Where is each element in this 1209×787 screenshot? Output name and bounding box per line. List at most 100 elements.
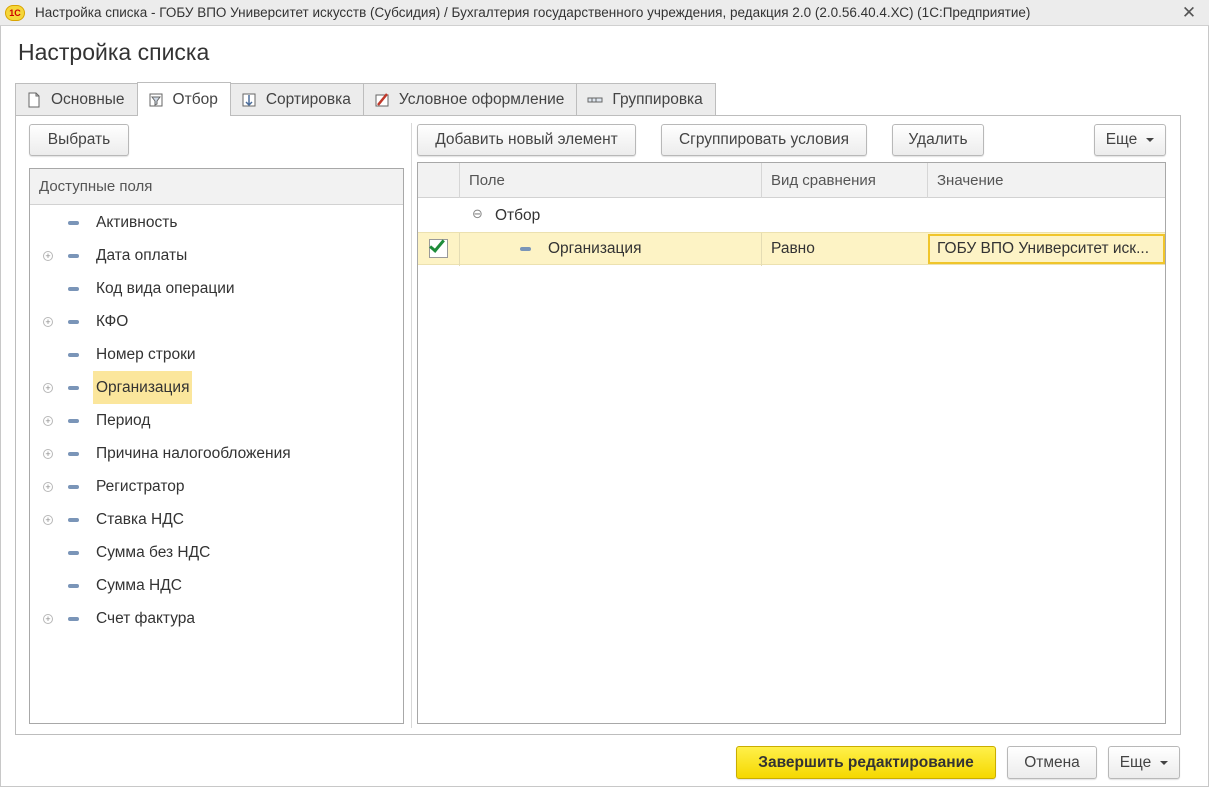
window-title: Настройка списка - ГОБУ ВПО Университет …: [35, 5, 1031, 20]
column-header-comparison[interactable]: Вид сравнения: [761, 163, 927, 198]
expand-icon[interactable]: +: [43, 316, 53, 327]
page-icon: [26, 92, 42, 108]
finish-editing-button[interactable]: Завершить редактирование: [736, 746, 996, 779]
table-row[interactable]: Организация Равно ГОБУ ВПО Университет и…: [418, 232, 1165, 266]
brush-icon: [374, 92, 390, 108]
tab-label: Основные: [51, 91, 125, 108]
expand-icon[interactable]: +: [43, 415, 53, 426]
field-icon: [68, 319, 79, 324]
field-icon: [68, 220, 79, 225]
grid-header: Поле Вид сравнения Значение: [418, 163, 1165, 198]
app-logo-icon: 1С: [5, 4, 25, 21]
field-icon: [68, 253, 79, 258]
available-fields-header: Доступные поля: [30, 169, 403, 205]
window-titlebar: 1С Настройка списка - ГОБУ ВПО Университ…: [0, 0, 1209, 26]
field-icon: [520, 247, 531, 251]
filter-icon: [148, 92, 164, 108]
tab-grouping[interactable]: Группировка: [576, 83, 716, 116]
tree-item-label: Дата оплаты: [96, 247, 188, 264]
chevron-down-icon: [1146, 138, 1155, 142]
panel-splitter[interactable]: [411, 123, 412, 728]
tree-item-label: Сумма без НДС: [96, 544, 211, 561]
tree-item-amount-without-vat[interactable]: Сумма без НДС: [30, 536, 400, 569]
tab-filter[interactable]: Отбор: [136, 82, 231, 116]
field-icon: [68, 418, 79, 423]
tree-item-period[interactable]: + Период: [30, 404, 400, 437]
tree-item-label: Причина налогообложения: [96, 445, 291, 462]
tree-item-label: Активность: [96, 214, 178, 231]
expand-icon[interactable]: +: [43, 250, 53, 261]
filter-grid: Поле Вид сравнения Значение ⊖ Отбор Орга…: [417, 162, 1166, 724]
footer-more-button[interactable]: Еще: [1108, 746, 1180, 779]
field-icon: [68, 451, 79, 456]
tree-item-kfo[interactable]: + КФО: [30, 305, 400, 338]
field-icon: [68, 583, 79, 588]
expand-icon[interactable]: +: [43, 448, 53, 459]
expand-icon[interactable]: +: [43, 613, 53, 624]
group-conditions-button[interactable]: Сгруппировать условия: [661, 124, 867, 156]
more-label: Еще: [1119, 753, 1152, 771]
tree-item-label: Сумма НДС: [96, 577, 182, 594]
column-header-value[interactable]: Значение: [927, 163, 1165, 198]
tab-main[interactable]: Основные: [15, 83, 138, 116]
tab-label: Условное оформление: [398, 91, 565, 108]
more-menu-button[interactable]: Еще: [1094, 124, 1166, 156]
tree-item-invoice[interactable]: + Счет фактура: [30, 602, 400, 635]
tree-item-label: Регистратор: [96, 478, 185, 495]
tab-bar: Основные Отбор Сортировка Условное оформ…: [15, 82, 716, 116]
cell-divider: [761, 233, 762, 266]
tree-item-label: Счет фактура: [96, 610, 196, 627]
tree-item-label: Организация: [93, 371, 193, 404]
field-icon: [68, 484, 79, 489]
tab-label: Сортировка: [265, 91, 351, 108]
checkmark-icon: [429, 236, 445, 253]
group-label: Отбор: [495, 207, 541, 224]
group-row-filter[interactable]: ⊖ Отбор: [418, 199, 1165, 232]
tab-sort[interactable]: Сортировка: [229, 83, 364, 116]
tree-item-registrar[interactable]: + Регистратор: [30, 470, 400, 503]
tree-item-operation-code[interactable]: Код вида операции: [30, 272, 400, 305]
field-icon: [68, 616, 79, 621]
tree-item-label: Период: [96, 412, 151, 429]
field-icon: [68, 286, 79, 291]
close-icon[interactable]: ✕: [1179, 3, 1199, 23]
tab-label: Группировка: [612, 91, 703, 108]
row-checkbox[interactable]: [429, 236, 448, 258]
tree-item-row-number[interactable]: Номер строки: [30, 338, 400, 371]
cell-divider: [459, 233, 460, 266]
tree-item-activity[interactable]: Активность: [30, 206, 400, 239]
delete-button[interactable]: Удалить: [892, 124, 984, 156]
cancel-button[interactable]: Отмена: [1007, 746, 1097, 779]
available-fields-tree: Доступные поля Активность + Дата оплаты …: [29, 168, 404, 724]
tree-item-vat-amount[interactable]: Сумма НДС: [30, 569, 400, 602]
page-title: Настройка списка: [18, 39, 210, 65]
tree-item-label: Номер строки: [96, 346, 196, 363]
column-header-field[interactable]: Поле: [459, 163, 761, 198]
collapse-icon[interactable]: ⊖: [472, 206, 483, 222]
field-icon: [68, 550, 79, 555]
tree-item-tax-reason[interactable]: + Причина налогообложения: [30, 437, 400, 470]
expand-icon[interactable]: +: [43, 481, 53, 492]
sort-icon: [241, 92, 257, 108]
tab-label: Отбор: [172, 90, 218, 108]
row-field: Организация: [548, 240, 642, 257]
expand-icon[interactable]: +: [43, 514, 53, 525]
tree-item-label: Код вида операции: [96, 280, 235, 297]
expand-icon[interactable]: +: [43, 382, 53, 393]
grouping-icon: [587, 92, 603, 108]
chevron-down-icon: [1160, 760, 1169, 765]
tree-item-label: Ставка НДС: [96, 511, 184, 528]
more-label: Еще: [1105, 131, 1138, 148]
add-element-button[interactable]: Добавить новый элемент: [417, 124, 636, 156]
field-icon: [68, 385, 79, 390]
tree-item-label: КФО: [96, 313, 129, 330]
field-icon: [68, 352, 79, 357]
field-icon: [68, 517, 79, 522]
tree-item-organization[interactable]: + Организация: [30, 371, 400, 404]
select-button[interactable]: Выбрать: [29, 124, 129, 156]
tree-item-vat-rate[interactable]: + Ставка НДС: [30, 503, 400, 536]
tree-item-payment-date[interactable]: + Дата оплаты: [30, 239, 400, 272]
tab-conditional-format[interactable]: Условное оформление: [362, 83, 578, 116]
row-value-field[interactable]: ГОБУ ВПО Университет иск...: [928, 234, 1165, 264]
row-comparison[interactable]: Равно: [771, 233, 815, 264]
